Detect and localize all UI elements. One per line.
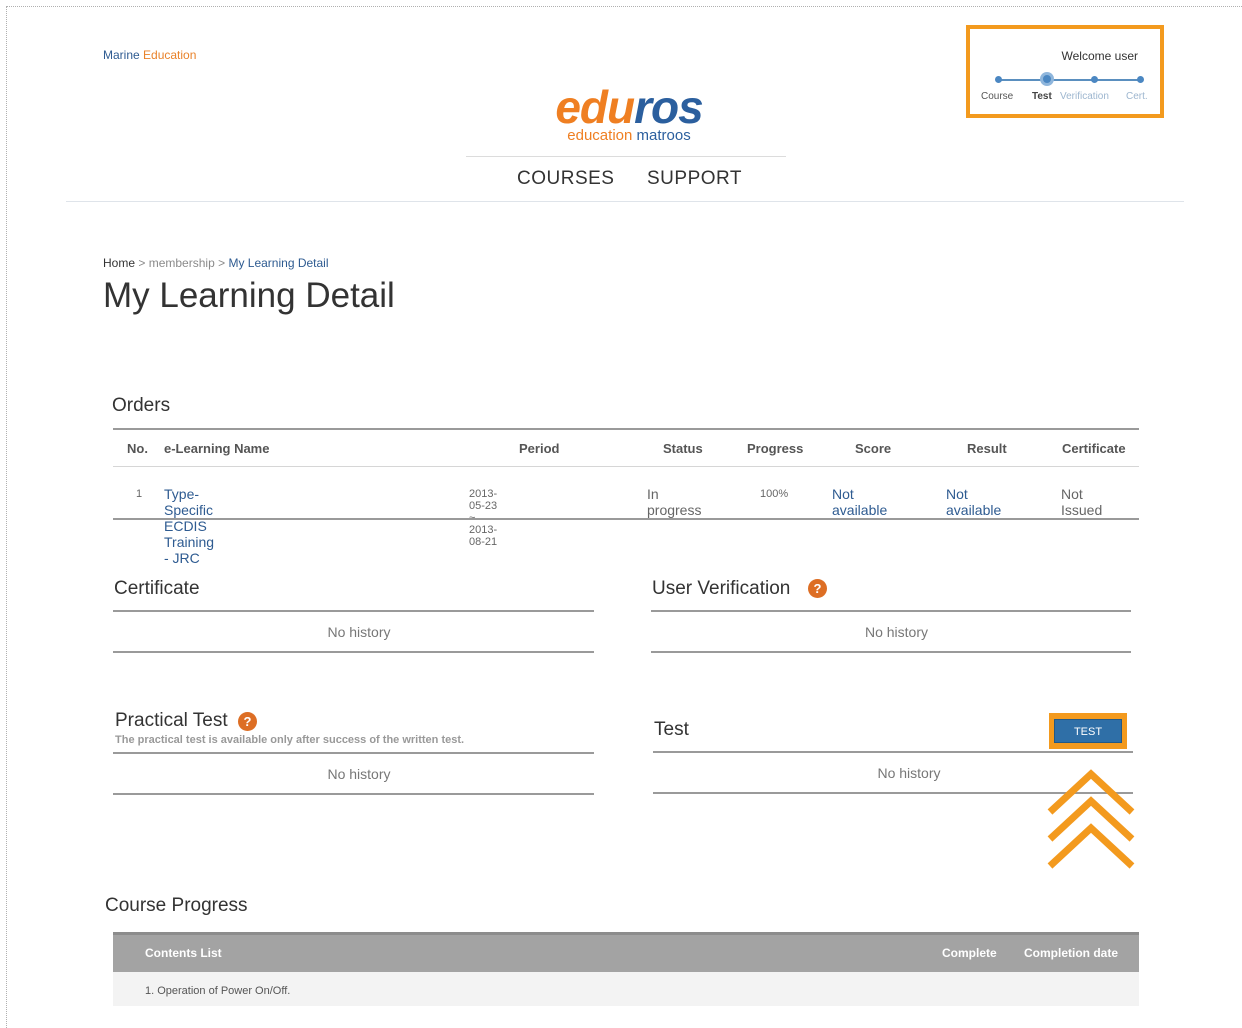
verification-bottom-rule bbox=[651, 651, 1131, 653]
step-label-verification: Verification bbox=[1060, 91, 1109, 102]
col-progress: Progress bbox=[747, 441, 804, 456]
order-status: In progress bbox=[647, 486, 702, 518]
step-dot-course[interactable] bbox=[995, 76, 1002, 83]
step-label-cert: Cert. bbox=[1126, 91, 1148, 102]
course-progress-title: Course Progress bbox=[105, 895, 248, 916]
breadcrumb-membership[interactable]: membership bbox=[149, 256, 215, 270]
col-contents-list: Contents List bbox=[145, 946, 222, 960]
practical-test-note: The practical test is available only aft… bbox=[115, 734, 465, 746]
col-complete: Complete bbox=[942, 946, 997, 960]
col-no: No. bbox=[127, 441, 148, 456]
col-completion-date: Completion date bbox=[1024, 946, 1119, 960]
order-result[interactable]: Not available bbox=[946, 486, 1001, 518]
test-top-rule bbox=[653, 751, 1133, 753]
orders-title: Orders bbox=[112, 395, 171, 416]
certificate-bottom-rule bbox=[113, 651, 594, 653]
up-chevrons-icon bbox=[1047, 769, 1135, 869]
test-title: Test bbox=[654, 719, 689, 740]
test-button[interactable]: TEST bbox=[1054, 719, 1122, 743]
order-score[interactable]: Not available bbox=[832, 486, 887, 518]
practical-test-title: Practical Test bbox=[115, 710, 228, 731]
list-item[interactable]: 1. Operation of Power On/Off. bbox=[113, 972, 1139, 1006]
course-content-item: 1. Operation of Power On/Off. bbox=[145, 985, 291, 997]
step-label-test: Test bbox=[1032, 91, 1052, 102]
step-dot-cert[interactable] bbox=[1137, 76, 1144, 83]
page-frame-left bbox=[6, 6, 7, 1028]
orders-bottom-rule bbox=[113, 518, 1139, 520]
certificate-empty: No history bbox=[327, 624, 391, 640]
test-button-highlight: TEST bbox=[1049, 713, 1127, 749]
col-name: e-Learning Name bbox=[164, 441, 270, 456]
order-name-link[interactable]: Type-Specific ECDIS Training - JRC bbox=[164, 486, 214, 566]
logo-wordmark: eduros bbox=[555, 81, 703, 133]
page-frame-top bbox=[6, 6, 1242, 7]
steps-track bbox=[998, 79, 1138, 81]
verification-top-rule bbox=[651, 610, 1131, 612]
brand-tag-education: Education bbox=[143, 48, 197, 62]
logo-divider bbox=[466, 156, 786, 157]
eduros-logo[interactable]: eduros education matroos bbox=[544, 84, 714, 144]
logo-subtitle: education matroos bbox=[567, 127, 691, 144]
col-result: Result bbox=[967, 441, 1007, 456]
practical-bottom-rule bbox=[113, 793, 594, 795]
page-title: My Learning Detail bbox=[103, 276, 395, 315]
course-progress-header: Contents List Complete Completion date bbox=[113, 932, 1139, 972]
col-status: Status bbox=[663, 441, 703, 456]
help-icon[interactable]: ? bbox=[808, 579, 827, 598]
user-progress-panel: Welcome user Course Test Verification Ce… bbox=[966, 25, 1164, 118]
step-label-course: Course bbox=[981, 91, 1014, 102]
orders-top-rule bbox=[113, 428, 1139, 430]
practical-top-rule bbox=[113, 752, 594, 754]
welcome-text: Welcome user bbox=[1061, 49, 1138, 63]
certificate-title: Certificate bbox=[114, 578, 200, 599]
header-divider bbox=[66, 201, 1184, 202]
orders-header-rule bbox=[113, 466, 1139, 467]
order-certificate: Not Issued bbox=[1061, 486, 1103, 518]
order-progress: 100% bbox=[760, 488, 789, 500]
breadcrumb-home[interactable]: Home bbox=[103, 256, 135, 270]
nav-courses[interactable]: COURSES bbox=[517, 168, 614, 190]
col-certificate: Certificate bbox=[1062, 441, 1126, 456]
verification-empty: No history bbox=[864, 624, 929, 640]
help-icon[interactable]: ? bbox=[238, 712, 257, 731]
breadcrumb-current: My Learning Detail bbox=[228, 256, 329, 270]
certificate-top-rule bbox=[113, 610, 594, 612]
order-no: 1 bbox=[136, 488, 143, 500]
nav-support[interactable]: SUPPORT bbox=[647, 168, 742, 190]
col-score: Score bbox=[855, 441, 892, 456]
col-period: Period bbox=[519, 441, 560, 456]
brand-tag-marine: Marine bbox=[103, 48, 140, 62]
user-verification-title: User Verification bbox=[652, 578, 791, 599]
breadcrumb: Home > membership > My Learning Detail bbox=[103, 256, 329, 270]
practical-empty: No history bbox=[327, 766, 391, 782]
step-dot-verification[interactable] bbox=[1091, 76, 1098, 83]
step-dot-test[interactable] bbox=[1040, 72, 1054, 86]
brand-tagline[interactable]: Marine Education bbox=[103, 48, 196, 62]
